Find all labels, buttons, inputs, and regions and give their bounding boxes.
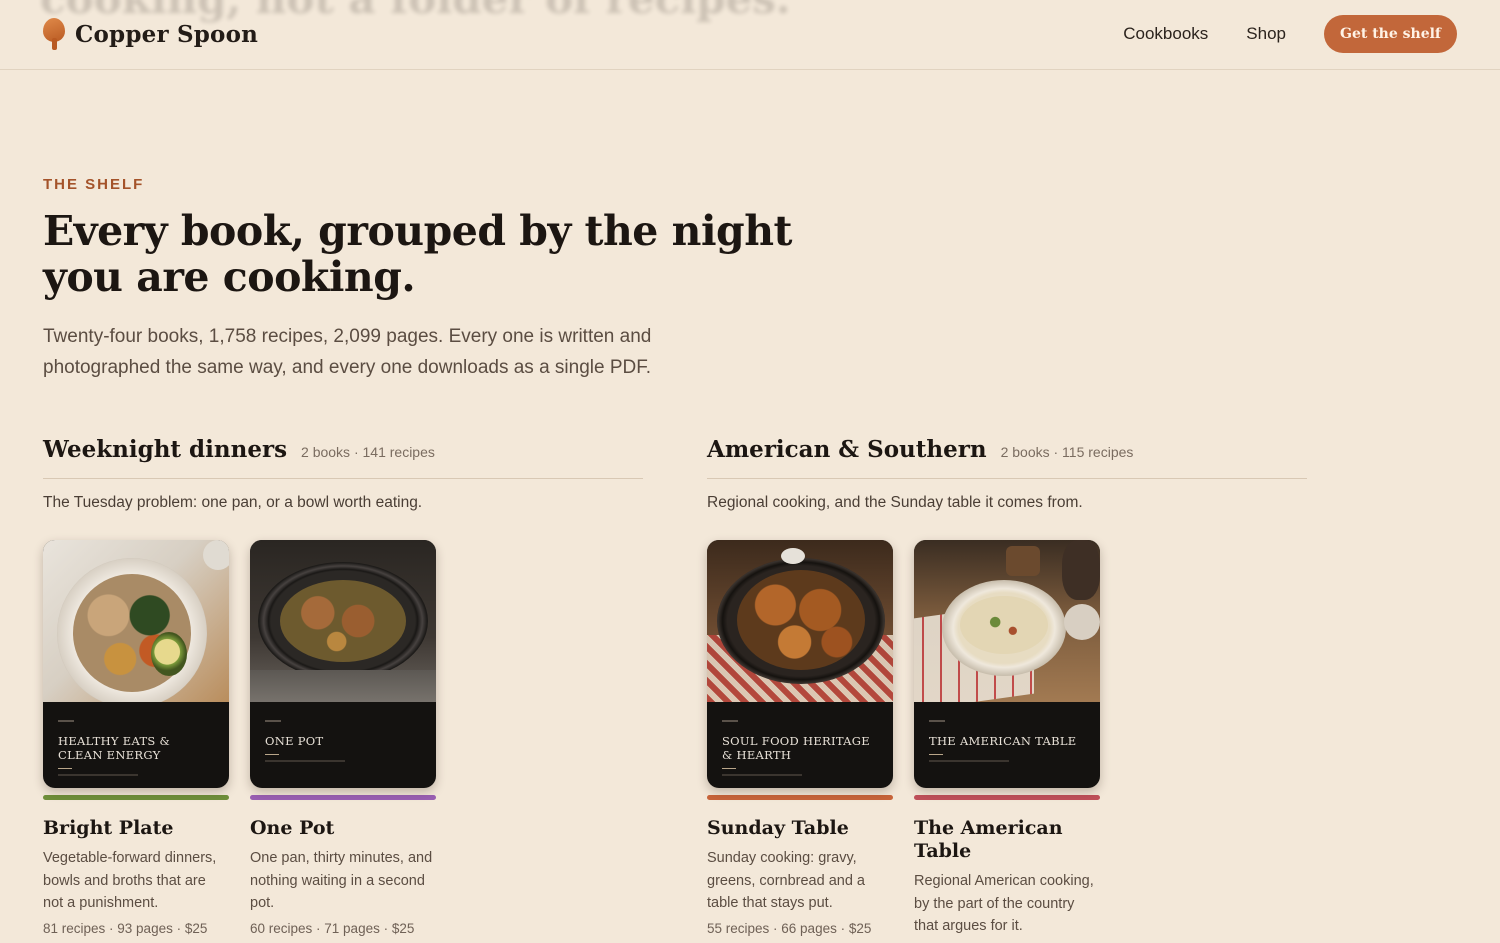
cover-text: THE AMERICAN TABLE	[929, 720, 1089, 762]
book-cover[interactable]: SOUL FOOD HERITAGE & HEARTH	[707, 540, 893, 788]
book-cover[interactable]: THE AMERICAN TABLE	[914, 540, 1100, 788]
nav-cookbooks[interactable]: Cookbooks	[1123, 24, 1208, 44]
book-card-bright-plate[interactable]: HEALTHY EATS & CLEAN ENERGY Bright Plate…	[43, 540, 229, 936]
page-title: Every book, grouped by the night you are…	[43, 207, 792, 301]
category-count: 2 books · 141 recipes	[301, 444, 435, 460]
cover-photo-chowder	[914, 540, 1100, 702]
category-title: American & Southern	[707, 436, 987, 463]
category-description: Regional cooking, and the Sunday table i…	[707, 494, 1083, 511]
cover-title: ONE POT	[265, 734, 324, 748]
cover-photo-grain-bowl	[43, 540, 229, 702]
book-cover[interactable]: ONE POT	[250, 540, 436, 788]
book-cover[interactable]: HEALTHY EATS & CLEAN ENERGY	[43, 540, 229, 788]
book-meta: 81 recipes · 93 pages · $25	[43, 920, 208, 936]
site-header: cooking, not a folder of recipes. Copper…	[0, 0, 1500, 70]
cover-title: HEALTHY EATS & CLEAN ENERGY	[58, 734, 171, 762]
book-description: Sunday cooking: gravy, greens, cornbread…	[707, 850, 865, 911]
book-accent-stripe	[914, 795, 1100, 800]
category-count: 2 books · 115 recipes	[1000, 444, 1134, 460]
book-meta: 60 recipes · 71 pages · $25	[250, 920, 415, 936]
book-title[interactable]: The American Table	[914, 817, 1100, 863]
book-accent-stripe	[43, 795, 229, 800]
cover-text: ONE POT	[265, 720, 425, 762]
book-title[interactable]: Sunday Table	[707, 817, 893, 840]
section-eyebrow: THE SHELF	[43, 176, 145, 193]
book-title[interactable]: Bright Plate	[43, 817, 229, 840]
book-card-sunday-table[interactable]: SOUL FOOD HERITAGE & HEARTH Sunday Table…	[707, 540, 893, 943]
get-the-shelf-button[interactable]: Get the shelf	[1324, 15, 1457, 53]
book-meta: 55 recipes · 66 pages · $25	[707, 920, 872, 936]
book-title[interactable]: One Pot	[250, 817, 436, 840]
category-title: Weeknight dinners	[43, 436, 288, 463]
book-description: Vegetable-forward dinners, bowls and bro…	[43, 850, 217, 911]
spoon-icon	[43, 18, 65, 50]
nav-shop[interactable]: Shop	[1246, 24, 1286, 44]
brand-name: Copper Spoon	[75, 20, 259, 48]
cover-title: SOUL FOOD HERITAGE & HEARTH	[722, 734, 870, 762]
category-header: Weeknight dinners 2 books · 141 recipes	[43, 436, 643, 479]
book-card-one-pot[interactable]: ONE POT One Pot One pan, thirty minutes,…	[250, 540, 436, 936]
book-description: Regional American cooking, by the part o…	[914, 873, 1094, 934]
cover-text: HEALTHY EATS & CLEAN ENERGY	[58, 720, 218, 776]
category-weeknight-dinners: Weeknight dinners 2 books · 141 recipes …	[43, 436, 643, 936]
book-card-the-american-table[interactable]: THE AMERICAN TABLE The American Table Re…	[914, 540, 1100, 943]
cover-text: SOUL FOOD HERITAGE & HEARTH	[722, 720, 882, 776]
page-lead: Twenty-four books, 1,758 recipes, 2,099 …	[43, 326, 652, 378]
book-row: SOUL FOOD HERITAGE & HEARTH Sunday Table…	[707, 540, 1100, 943]
cover-title: THE AMERICAN TABLE	[929, 734, 1077, 748]
main-nav: Cookbooks Shop Get the shelf	[1123, 15, 1457, 53]
category-american-southern: American & Southern 2 books · 115 recipe…	[707, 436, 1307, 936]
brand-logo[interactable]: Copper Spoon	[43, 18, 258, 50]
cover-photo-skillet	[250, 540, 436, 702]
cover-photo-fried-chicken	[707, 540, 893, 702]
book-accent-stripe	[250, 795, 436, 800]
category-description: The Tuesday problem: one pan, or a bowl …	[43, 494, 423, 511]
book-accent-stripe	[707, 795, 893, 800]
category-header: American & Southern 2 books · 115 recipe…	[707, 436, 1307, 479]
book-row: HEALTHY EATS & CLEAN ENERGY Bright Plate…	[43, 540, 436, 936]
book-description: One pan, thirty minutes, and nothing wai…	[250, 850, 433, 911]
